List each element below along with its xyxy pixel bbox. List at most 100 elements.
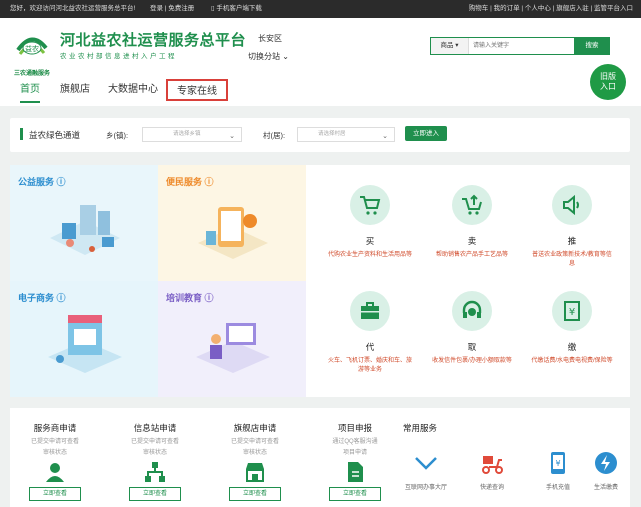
project-apply-block: 项目申报 通过QQ客服沟通 项目申请 立即查看	[310, 408, 400, 501]
service-sell-name: 卖	[467, 236, 477, 246]
chevron-down-icon: ⌄	[282, 52, 289, 61]
service-push-name: 推	[567, 236, 577, 246]
speaker-icon	[563, 194, 579, 216]
town-select[interactable]: 请选择乡镇 ⌄	[142, 127, 242, 142]
document-icon	[348, 462, 363, 482]
service-agent-desc: 火车、飞机订票、婚庆和车、旅游等业务	[328, 358, 413, 373]
chevron-down-icon: ⌄	[229, 133, 235, 140]
service-push[interactable]: 推 普送农业政策新技术/教育等信息	[522, 185, 622, 269]
station-view-button[interactable]: 立即查看	[129, 487, 181, 501]
site-title: 河北益农社运营服务总平台	[60, 32, 247, 49]
common-service-hall-label: 互联网办事大厅	[404, 485, 447, 491]
project-view-button[interactable]: 立即查看	[329, 487, 381, 501]
card-public-title: 公益服务 ⓘ	[18, 177, 66, 187]
merchant-apply-title[interactable]: 服务商申请	[10, 422, 100, 434]
nav-home[interactable]: 首页	[20, 79, 40, 103]
service-sell[interactable]: 卖 帮助销售农产品手工艺品等	[422, 185, 522, 260]
app-download-link[interactable]: ▯ 手机客户端下载	[211, 0, 262, 18]
service-buy-name: 买	[365, 236, 375, 246]
service-push-desc: 普送农业政策新技术/教育等信息	[532, 252, 612, 267]
welcome-text: 您好，欢迎访问河北益农社运营服务总平台!	[10, 5, 136, 12]
service-pay[interactable]: ¥ 缴 代缴话费/水电费电视费/保险等	[522, 291, 622, 366]
merchant-apply-sub: 已提交申请可查看	[30, 439, 79, 445]
lightning-icon	[595, 452, 617, 474]
site-header: 益农 三农通融服务 河北益农社运营服务总平台 农业农村部信息进村入户工程 长安区…	[0, 18, 641, 106]
card-convenience-service[interactable]: 便民服务 ⓘ	[158, 165, 306, 281]
briefcase-icon	[361, 302, 379, 319]
channel-accent-bar	[20, 128, 23, 140]
service-buy[interactable]: 买 代购农业生产资料和生活用品等	[320, 185, 420, 260]
station-apply-sub: 已提交申请可查看	[130, 439, 179, 445]
village-select-placeholder: 请选择村居	[318, 131, 346, 137]
service-take-desc: 收发信件包裹/办理小额取款等	[432, 358, 512, 364]
project-apply-title[interactable]: 项目申报	[310, 422, 400, 434]
common-service-hall[interactable]: 互联网办事大厅	[396, 450, 456, 491]
search-category-label: 商品	[440, 42, 454, 49]
arrow-circle-icon: ⓘ	[56, 293, 66, 303]
logo-subtitle: 三农通融服务	[13, 71, 50, 77]
nav-bigdata[interactable]: 大数据中心	[108, 79, 158, 101]
card-ecommerce-title: 电子商务 ⓘ	[18, 293, 66, 303]
project-apply-status: 项目申请	[342, 450, 367, 456]
mobile-yuan-icon: ¥	[551, 452, 565, 474]
enter-now-button[interactable]: 立即进入	[405, 126, 447, 141]
chevron-down-icon: ⌄	[382, 133, 388, 140]
nav-expert-online[interactable]: 专家在线	[166, 79, 228, 101]
caret-down-icon: ▾	[455, 42, 459, 49]
office-illustration	[50, 205, 120, 255]
nav-flagship[interactable]: 旗舰店	[60, 79, 90, 101]
town-select-placeholder: 请选择乡镇	[173, 131, 201, 137]
card-training[interactable]: 培训教育 ⓘ	[158, 281, 306, 397]
cart-icon	[360, 196, 381, 215]
green-channel-bar: 益农绿色通道 乡(镇): 请选择乡镇 ⌄ 村(居): 请选择村居 ⌄ 立即进入	[10, 118, 630, 152]
cart-upload-icon	[462, 194, 482, 215]
common-service-utility[interactable]: 生活缴费	[576, 450, 636, 491]
login-register-link[interactable]: 登录 | 免费注册	[150, 0, 194, 18]
station-apply-status: 审核状态	[142, 450, 167, 456]
switch-station-dropdown[interactable]: 切换分站 ⌄	[248, 51, 289, 62]
service-buy-desc: 代购农业生产资料和生活用品等	[328, 252, 413, 258]
merchant-view-button[interactable]: 立即查看	[29, 487, 81, 501]
card-convenience-title: 便民服务 ⓘ	[166, 177, 214, 187]
service-take-name: 取	[467, 342, 477, 352]
common-service-utility-label: 生活缴费	[593, 485, 618, 491]
channel-title: 益农绿色通道	[29, 130, 81, 140]
headset-icon	[462, 300, 482, 318]
network-icon	[145, 462, 165, 482]
top-right-links[interactable]: 购物车 | 我的订单 | 个人中心 | 旗舰店入驻 | 监管平台入口	[469, 0, 633, 18]
common-services-title: 常用服务	[403, 423, 438, 433]
training-illustration	[196, 323, 270, 373]
app-download-label: 手机客户端下载	[216, 5, 262, 12]
merchant-apply-block: 服务商申请 已提交申请可查看 审核状态 立即查看	[10, 408, 100, 501]
station-apply-title[interactable]: 信息站申请	[110, 422, 200, 434]
service-agent[interactable]: 代 火车、飞机订票、婚庆和车、旅游等业务	[320, 291, 420, 375]
flagship-apply-block: 旗舰店申请 已提交申请可查看 审核状态 立即查看	[210, 408, 300, 501]
arrow-circle-icon: ⓘ	[204, 293, 214, 303]
search-category-select[interactable]: 商品 ▾	[431, 38, 469, 54]
card-public-service[interactable]: 公益服务 ⓘ	[10, 165, 158, 281]
old-version-entry-button[interactable]: 旧版 入口	[590, 64, 626, 100]
top-bar: 您好，欢迎访问河北益农社运营服务总平台! 登录 | 免费注册 ▯ 手机客户端下载…	[0, 0, 641, 18]
card-ecommerce[interactable]: 电子商务 ⓘ	[10, 281, 158, 397]
search-button[interactable]: 搜索	[574, 37, 610, 55]
service-agent-name: 代	[365, 342, 375, 352]
switch-station-label: 切换分站	[248, 52, 280, 61]
merchant-apply-status: 审核状态	[42, 450, 67, 456]
service-take[interactable]: 取 收发信件包裹/办理小额取款等	[422, 291, 522, 366]
logo-icon[interactable]: 益农	[12, 26, 52, 66]
village-select[interactable]: 请选择村居 ⌄	[297, 127, 395, 142]
phone-illustration	[198, 207, 268, 259]
village-label: 村(居):	[263, 131, 286, 140]
project-apply-sub: 通过QQ客服沟通	[332, 439, 378, 445]
search-input[interactable]	[473, 38, 573, 54]
flagship-apply-title[interactable]: 旗舰店申请	[210, 422, 300, 434]
bottom-section: 服务商申请 已提交申请可查看 审核状态 立即查看 信息站申请 已提交申请可查看 …	[10, 408, 630, 507]
arrow-circle-icon: ⓘ	[56, 177, 66, 187]
flagship-view-button[interactable]: 立即查看	[229, 487, 281, 501]
common-service-express[interactable]: 快递查询	[462, 450, 522, 491]
service-pay-name: 缴	[567, 342, 577, 352]
station-apply-block: 信息站申请 已提交申请可查看 审核状态 立即查看	[110, 408, 200, 501]
svg-text:¥: ¥	[555, 459, 560, 468]
service-sell-desc: 帮助销售农产品手工艺品等	[435, 252, 508, 258]
chevron-down-icon	[415, 457, 437, 470]
